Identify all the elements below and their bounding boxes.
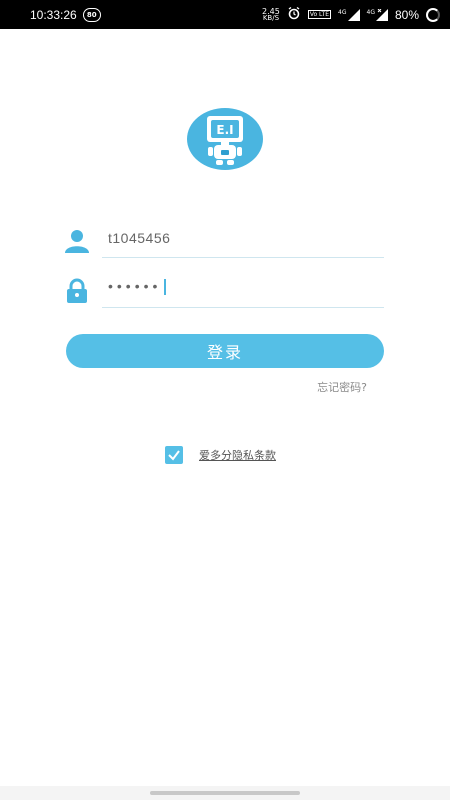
login-button[interactable]: 登录 — [66, 334, 384, 368]
agreement-checkbox[interactable] — [165, 446, 183, 464]
username-field[interactable]: t1045456 — [62, 222, 384, 258]
user-icon — [64, 228, 90, 254]
status-left: 10:33:26 80 — [30, 7, 101, 22]
password-underline — [102, 307, 384, 308]
lock-icon — [64, 278, 90, 304]
privacy-policy-link[interactable]: 爱多分隐私条款 — [199, 447, 276, 463]
sim2-network-label: 4G — [366, 8, 375, 16]
sim1-network-label: 4G — [338, 8, 347, 16]
password-input[interactable]: •••••• — [108, 278, 166, 296]
signal-icon-sim1: 4G — [338, 8, 360, 21]
status-time: 10:33:26 — [30, 7, 77, 22]
status-right: 2.45 KB/S Vo LTE 4G 4G 80% — [262, 6, 440, 23]
forgot-password-link[interactable]: 忘记密码? — [317, 379, 367, 395]
notification-badge: 80 — [82, 7, 101, 22]
username-input[interactable]: t1045456 — [108, 230, 170, 246]
password-masked-value: •••••• — [108, 278, 162, 294]
password-field[interactable]: •••••• — [62, 272, 384, 308]
privacy-agreement: 爱多分隐私条款 — [165, 446, 276, 464]
signal-icon-sim2: 4G — [366, 8, 388, 21]
battery-icon — [426, 7, 440, 22]
robot-mascot-icon: E.I — [207, 116, 243, 165]
username-underline — [102, 257, 384, 258]
alarm-icon — [287, 6, 301, 23]
net-speed: 2.45 KB/S — [262, 7, 280, 22]
app-logo: E.I — [187, 108, 263, 170]
logo-text: E.I — [216, 123, 233, 137]
volte-badge: Vo LTE — [307, 10, 332, 19]
net-speed-unit: KB/S — [262, 13, 280, 22]
gesture-handle[interactable] — [150, 791, 300, 795]
battery-percent: 80% — [394, 7, 419, 22]
status-bar: 10:33:26 80 2.45 KB/S Vo LTE 4G 4G 80% — [0, 0, 450, 29]
text-cursor — [164, 279, 166, 296]
checkmark-icon — [168, 450, 180, 461]
